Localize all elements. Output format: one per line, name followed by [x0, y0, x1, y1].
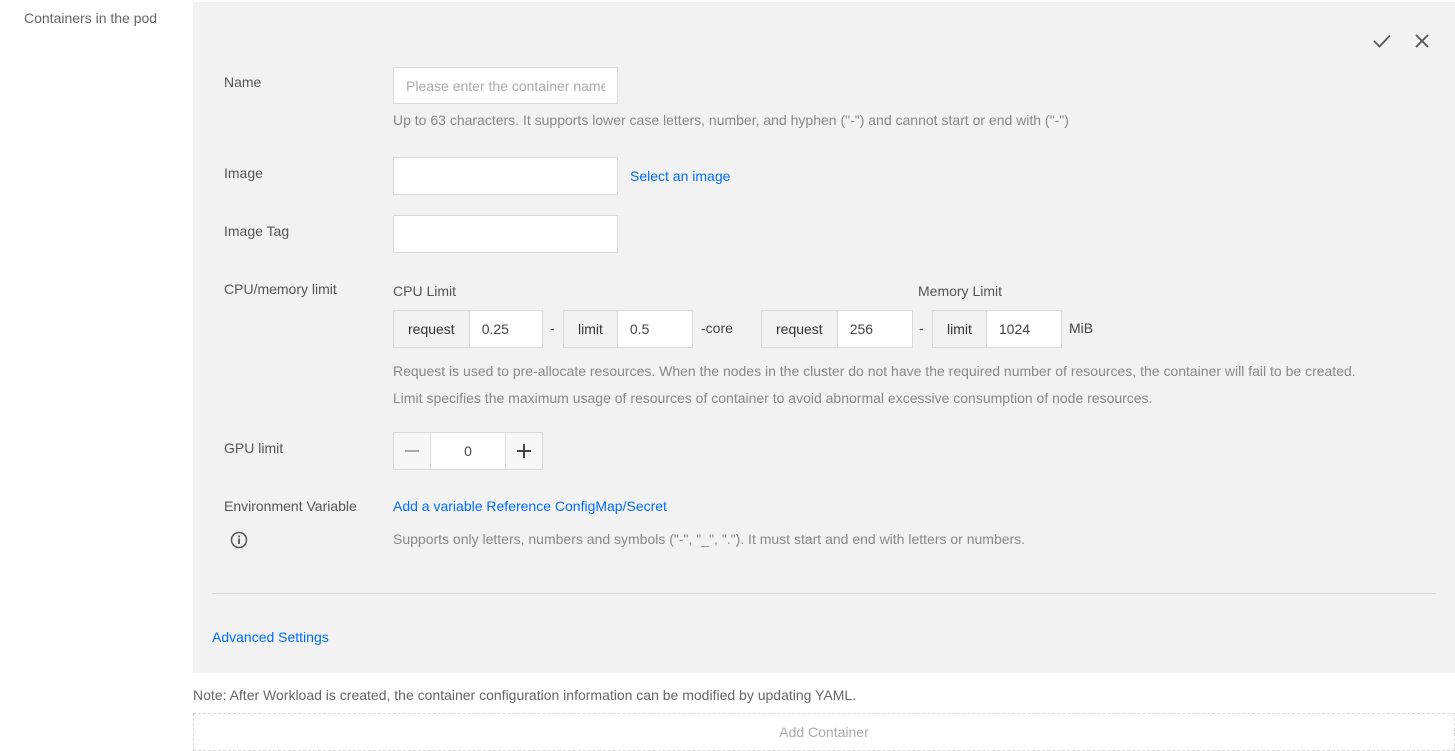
cpu-limit-title: CPU Limit	[393, 283, 457, 299]
image-label: Image	[224, 165, 263, 181]
cpu-limit-addon: limit	[563, 310, 618, 348]
env-hint: Supports only letters, numbers and symbo…	[393, 531, 1026, 547]
cpu-limit-group: limit 0.5	[563, 310, 693, 348]
mem-limit-addon: limit	[932, 310, 987, 348]
select-image-link[interactable]: Select an image	[630, 168, 730, 184]
note-text: Note: After Workload is created, the con…	[193, 687, 857, 703]
name-hint: Up to 63 characters. It supports lower c…	[393, 112, 1069, 128]
gpu-stepper: 0	[393, 432, 543, 470]
memory-limit-title: Memory Limit	[918, 283, 1003, 299]
cpu-unit: -core	[701, 320, 733, 336]
section-label: Containers in the pod	[24, 10, 158, 26]
image-tag-label: Image Tag	[224, 223, 290, 239]
info-icon[interactable]	[230, 531, 248, 552]
cpu-memory-hint-2: Limit specifies the maximum usage of res…	[393, 390, 1153, 406]
divider	[212, 593, 1436, 594]
check-icon[interactable]	[1371, 30, 1393, 52]
advanced-settings-link[interactable]: Advanced Settings	[212, 629, 329, 645]
cpu-memory-hint-1: Request is used to pre-allocate resource…	[393, 363, 1356, 379]
mem-unit: MiB	[1069, 320, 1094, 336]
image-input[interactable]	[393, 157, 618, 195]
minus-icon[interactable]	[393, 432, 431, 470]
cpu-separator: -	[550, 320, 555, 336]
name-input[interactable]	[393, 67, 618, 104]
container-panel: Name Up to 63 characters. It supports lo…	[193, 2, 1455, 673]
add-container-button[interactable]: Add Container	[193, 713, 1455, 751]
gpu-limit-label: GPU limit	[224, 440, 284, 456]
cpu-limit-input[interactable]: 0.5	[617, 310, 693, 348]
mem-separator: -	[919, 320, 924, 336]
close-icon[interactable]	[1411, 30, 1433, 52]
mem-request-group: request 256	[761, 310, 913, 348]
mem-limit-group: limit 1024	[932, 310, 1062, 348]
env-variable-label: Environment Variable	[224, 498, 357, 514]
panel-actions	[1371, 30, 1433, 52]
cpu-memory-label: CPU/memory limit	[224, 281, 337, 297]
image-tag-input[interactable]	[393, 215, 618, 253]
reference-configmap-link[interactable]: Reference ConfigMap/Secret	[486, 498, 667, 514]
name-label: Name	[224, 74, 262, 90]
mem-request-input[interactable]: 256	[837, 310, 913, 348]
add-variable-link[interactable]: Add a variable	[393, 498, 483, 514]
mem-request-addon: request	[761, 310, 838, 348]
plus-icon[interactable]	[505, 432, 543, 470]
cpu-request-group: request 0.25	[393, 310, 543, 348]
cpu-request-addon: request	[393, 310, 470, 348]
env-links: Add a variable Reference ConfigMap/Secre…	[393, 498, 667, 514]
cpu-request-input[interactable]: 0.25	[469, 310, 543, 348]
mem-limit-input[interactable]: 1024	[986, 310, 1062, 348]
gpu-value[interactable]: 0	[431, 432, 505, 470]
add-container-label: Add Container	[779, 724, 869, 740]
